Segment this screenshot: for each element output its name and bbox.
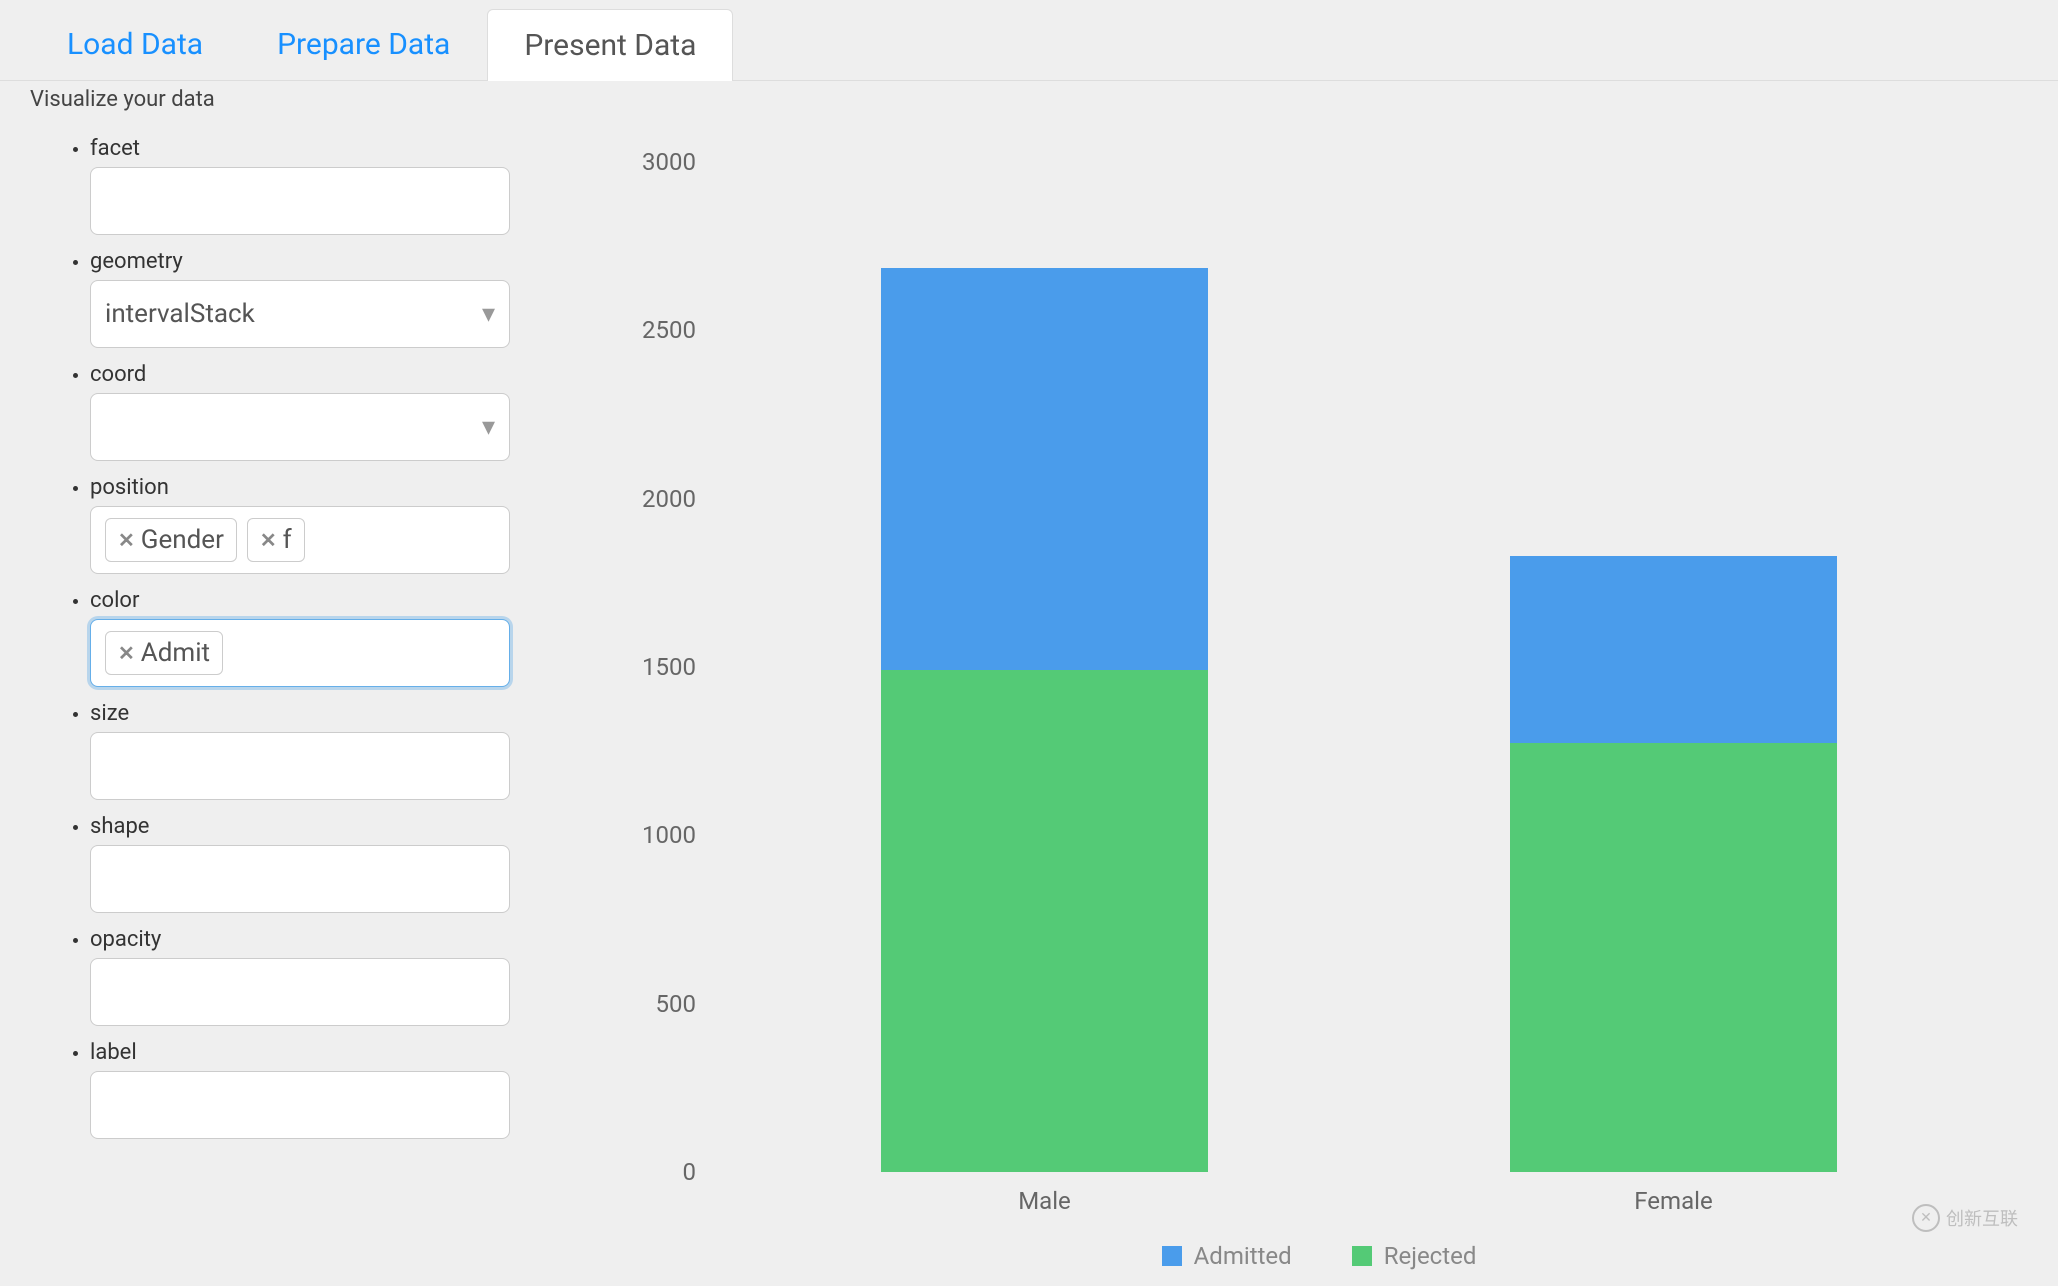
tag-label: Admit bbox=[141, 638, 210, 668]
input-opacity[interactable] bbox=[90, 958, 510, 1026]
label-geometry: geometry bbox=[90, 249, 570, 274]
field-opacity: opacity bbox=[90, 927, 570, 1026]
label-color: color bbox=[90, 588, 570, 613]
legend-label: Admitted bbox=[1194, 1242, 1292, 1270]
legend-item[interactable]: Admitted bbox=[1162, 1242, 1292, 1270]
chevron-down-icon: ▾ bbox=[482, 412, 495, 442]
chart: 050010001500200025003000 MaleFemale Admi… bbox=[610, 122, 2028, 1242]
field-position: position ✕ Gender ✕ f bbox=[90, 475, 570, 574]
bar-segment bbox=[1510, 743, 1837, 1172]
tag-position-0[interactable]: ✕ Gender bbox=[105, 518, 237, 562]
select-geometry-value: intervalStack bbox=[105, 299, 255, 329]
bar-segment bbox=[881, 670, 1208, 1172]
select-coord[interactable]: ▾ bbox=[90, 393, 510, 461]
watermark-logo-icon: ✕ bbox=[1912, 1204, 1940, 1232]
y-tick: 2500 bbox=[642, 316, 696, 344]
legend-swatch-icon bbox=[1162, 1246, 1182, 1266]
close-icon[interactable]: ✕ bbox=[118, 641, 135, 665]
y-tick: 2000 bbox=[642, 485, 696, 513]
x-tick-label: Male bbox=[1018, 1187, 1071, 1215]
label-label: label bbox=[90, 1040, 570, 1065]
field-label: label bbox=[90, 1040, 570, 1139]
watermark: ✕ 创新互联 bbox=[1912, 1204, 2018, 1232]
input-label[interactable] bbox=[90, 1071, 510, 1139]
field-shape: shape bbox=[90, 814, 570, 913]
page-subheader: Visualize your data bbox=[0, 81, 2058, 122]
watermark-text: 创新互联 bbox=[1946, 1205, 2018, 1231]
tab-load-data[interactable]: Load Data bbox=[30, 8, 240, 80]
label-shape: shape bbox=[90, 814, 570, 839]
y-tick: 3000 bbox=[642, 148, 696, 176]
input-facet[interactable] bbox=[90, 167, 510, 235]
bar-segment bbox=[1510, 556, 1837, 743]
tab-prepare-data[interactable]: Prepare Data bbox=[240, 8, 487, 80]
legend-swatch-icon bbox=[1352, 1246, 1372, 1266]
input-size[interactable] bbox=[90, 732, 510, 800]
x-tick-label: Female bbox=[1634, 1187, 1712, 1215]
chevron-down-icon: ▾ bbox=[482, 299, 495, 329]
close-icon[interactable]: ✕ bbox=[260, 528, 277, 552]
chart-legend: Admitted Rejected bbox=[610, 1242, 2028, 1270]
tag-label: f bbox=[283, 525, 292, 555]
field-geometry: geometry intervalStack ▾ bbox=[90, 249, 570, 348]
field-coord: coord ▾ bbox=[90, 362, 570, 461]
y-tick: 1500 bbox=[642, 653, 696, 681]
field-size: size bbox=[90, 701, 570, 800]
input-color[interactable]: ✕ Admit bbox=[90, 619, 510, 687]
tab-bar: Load Data Prepare Data Present Data bbox=[0, 0, 2058, 81]
select-geometry[interactable]: intervalStack ▾ bbox=[90, 280, 510, 348]
y-tick: 0 bbox=[683, 1158, 697, 1186]
y-tick: 1000 bbox=[642, 821, 696, 849]
tag-position-1[interactable]: ✕ f bbox=[247, 518, 305, 562]
label-opacity: opacity bbox=[90, 927, 570, 952]
tag-label: Gender bbox=[141, 525, 224, 555]
field-facet: facet bbox=[90, 136, 570, 235]
tag-color-0[interactable]: ✕ Admit bbox=[105, 631, 223, 675]
label-facet: facet bbox=[90, 136, 570, 161]
close-icon[interactable]: ✕ bbox=[118, 528, 135, 552]
legend-label: Rejected bbox=[1384, 1242, 1477, 1270]
legend-item[interactable]: Rejected bbox=[1352, 1242, 1477, 1270]
label-coord: coord bbox=[90, 362, 570, 387]
label-position: position bbox=[90, 475, 570, 500]
input-position[interactable]: ✕ Gender ✕ f bbox=[90, 506, 510, 574]
tab-present-data[interactable]: Present Data bbox=[487, 9, 733, 81]
field-color: color ✕ Admit bbox=[90, 588, 570, 687]
label-size: size bbox=[90, 701, 570, 726]
config-panel: facet geometry intervalStack ▾ coord ▾ p… bbox=[30, 122, 570, 1242]
bar-segment bbox=[881, 268, 1208, 670]
input-shape[interactable] bbox=[90, 845, 510, 913]
y-tick: 500 bbox=[656, 990, 696, 1018]
